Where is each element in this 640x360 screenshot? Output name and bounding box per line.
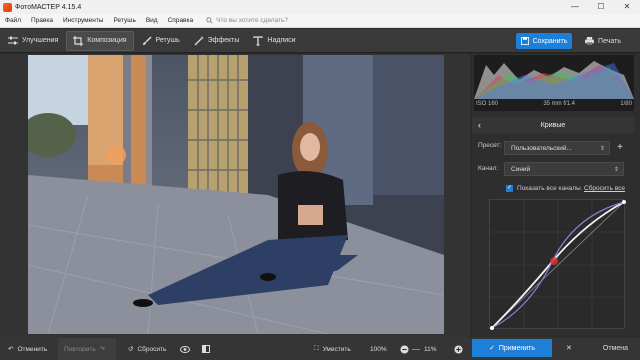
minimize-button[interactable]: — bbox=[562, 0, 588, 14]
maximize-button[interactable]: ☐ bbox=[588, 0, 614, 14]
fit-button[interactable]: ⛶ Уместить bbox=[314, 338, 351, 360]
window-title: ФотоМАСТЕР 4.15.4 bbox=[15, 3, 82, 11]
menu-file[interactable]: Файл bbox=[0, 17, 26, 24]
check-icon: ✓ bbox=[488, 345, 495, 352]
tab-label: Эффекты bbox=[207, 37, 240, 44]
curves-header: ‹ Кривые bbox=[472, 117, 634, 133]
tab-label: Улучшения bbox=[22, 37, 59, 44]
tab-label: Надписи bbox=[267, 37, 296, 44]
shutter-value: 1/80 bbox=[620, 101, 632, 107]
fit-label: Уместить bbox=[322, 345, 351, 353]
menu-search[interactable]: Что вы хотите сделать? bbox=[206, 17, 288, 24]
menu-edit[interactable]: Правка bbox=[26, 17, 58, 24]
redo-button[interactable]: Повторить ↷ bbox=[58, 338, 116, 360]
zoom-out-icon bbox=[400, 344, 409, 354]
zoom-in-button[interactable] bbox=[454, 338, 463, 360]
redo-label: Повторить bbox=[64, 345, 96, 353]
zoom-slider[interactable]: 11% bbox=[412, 338, 448, 360]
floppy-icon bbox=[520, 37, 529, 45]
checkbox-checked-icon[interactable]: ✓ bbox=[506, 185, 513, 192]
wand-icon bbox=[194, 35, 204, 45]
menu-retouch[interactable]: Ретушь bbox=[108, 17, 140, 24]
zoom-in-icon bbox=[454, 344, 463, 354]
menu-tools[interactable]: Инструменты bbox=[58, 17, 109, 24]
save-button[interactable]: Сохранить bbox=[516, 33, 572, 49]
redo-icon: ↷ bbox=[99, 346, 106, 353]
close-button[interactable]: ✕ bbox=[614, 0, 640, 14]
photo-preview[interactable] bbox=[28, 55, 444, 334]
menu-bar: Файл Правка Инструменты Ретушь Вид Справ… bbox=[0, 14, 640, 28]
brush-icon bbox=[142, 36, 152, 45]
close-icon: ✕ bbox=[566, 345, 572, 352]
tab-effects[interactable]: Эффекты bbox=[188, 31, 246, 51]
show-all-channels[interactable]: ✓ Показать все каналы bbox=[506, 185, 581, 192]
save-label: Сохранить bbox=[532, 37, 568, 45]
tab-label: Композиция bbox=[87, 37, 127, 44]
compare-icon bbox=[202, 345, 210, 353]
lens-value: 35 mm f/1.4 bbox=[543, 101, 575, 107]
curves-title: Кривые bbox=[540, 121, 566, 129]
eye-toggle[interactable] bbox=[180, 338, 190, 360]
channel-label: Канал: bbox=[478, 165, 499, 172]
crop-icon bbox=[73, 35, 84, 46]
compare-toggle[interactable] bbox=[202, 338, 210, 360]
zoom-out-button[interactable] bbox=[400, 338, 409, 360]
search-icon bbox=[206, 17, 213, 24]
window-controls: — ☐ ✕ bbox=[562, 0, 640, 14]
updown-icon: ⇕ bbox=[613, 166, 619, 173]
menu-view[interactable]: Вид bbox=[141, 17, 163, 24]
undo-label: Отменить bbox=[17, 345, 48, 353]
undo-icon: ↶ bbox=[8, 346, 14, 353]
eye-icon bbox=[180, 345, 190, 353]
zoom-track bbox=[412, 348, 420, 350]
reset-button[interactable]: ↺ Сбросить bbox=[128, 338, 166, 360]
preset-label: Пресет: bbox=[478, 142, 502, 149]
reset-all-link[interactable]: Сбросить все bbox=[584, 185, 625, 192]
zoom-main-value[interactable]: 100% bbox=[370, 338, 387, 360]
add-preset-button[interactable]: + bbox=[614, 142, 626, 154]
updown-icon: ⇕ bbox=[599, 145, 605, 152]
cancel-label: Отмена bbox=[602, 344, 628, 352]
sliders-icon bbox=[8, 36, 18, 45]
tab-enhancements[interactable]: Улучшения bbox=[2, 31, 64, 51]
search-placeholder: Что вы хотите сделать? bbox=[216, 17, 288, 24]
apply-label: Применить bbox=[498, 344, 536, 352]
print-label: Печать bbox=[598, 37, 621, 45]
histogram-graph bbox=[474, 61, 634, 99]
show-all-label: Показать все каналы bbox=[517, 185, 581, 192]
curves-graph bbox=[490, 200, 626, 330]
fit-icon: ⛶ bbox=[314, 345, 319, 352]
menu-help[interactable]: Справка bbox=[163, 17, 199, 24]
curves-editor[interactable] bbox=[489, 199, 626, 330]
tab-text[interactable]: Надписи bbox=[247, 31, 301, 51]
tab-retouch[interactable]: Ретушь bbox=[136, 31, 186, 51]
back-arrow-icon[interactable]: ‹ bbox=[478, 120, 481, 130]
title-bar: ФотоМАСТЕР 4.15.4 — ☐ ✕ bbox=[0, 0, 640, 14]
zoom-secondary-label: 11% bbox=[424, 345, 437, 353]
preset-value: Пользовательский... bbox=[511, 144, 572, 152]
undo-button[interactable]: ↶ Отменить bbox=[8, 338, 47, 360]
channel-select[interactable]: Синий ⇕ bbox=[504, 162, 624, 176]
printer-icon bbox=[585, 37, 594, 45]
channel-value: Синий bbox=[511, 165, 531, 173]
preset-select[interactable]: Пользовательский... ⇕ bbox=[504, 141, 610, 155]
iso-value: ISO 160 bbox=[476, 101, 499, 107]
reset-label: Сбросить bbox=[137, 345, 167, 353]
cancel-button[interactable]: ✕ Отмена bbox=[560, 339, 634, 357]
tab-label: Ретушь bbox=[155, 37, 180, 44]
apply-button[interactable]: ✓ Применить bbox=[472, 339, 552, 357]
tab-composition[interactable]: Композиция bbox=[66, 30, 134, 51]
print-button[interactable]: Печать bbox=[578, 33, 628, 49]
photo-image bbox=[28, 55, 444, 334]
text-icon bbox=[253, 35, 264, 46]
app-logo-icon bbox=[3, 2, 12, 12]
histogram-meta: ISO 160 35 mm f/1.4 1/80 bbox=[476, 101, 632, 107]
reset-icon: ↺ bbox=[128, 346, 134, 353]
zoom-main-label: 100% bbox=[370, 345, 387, 353]
